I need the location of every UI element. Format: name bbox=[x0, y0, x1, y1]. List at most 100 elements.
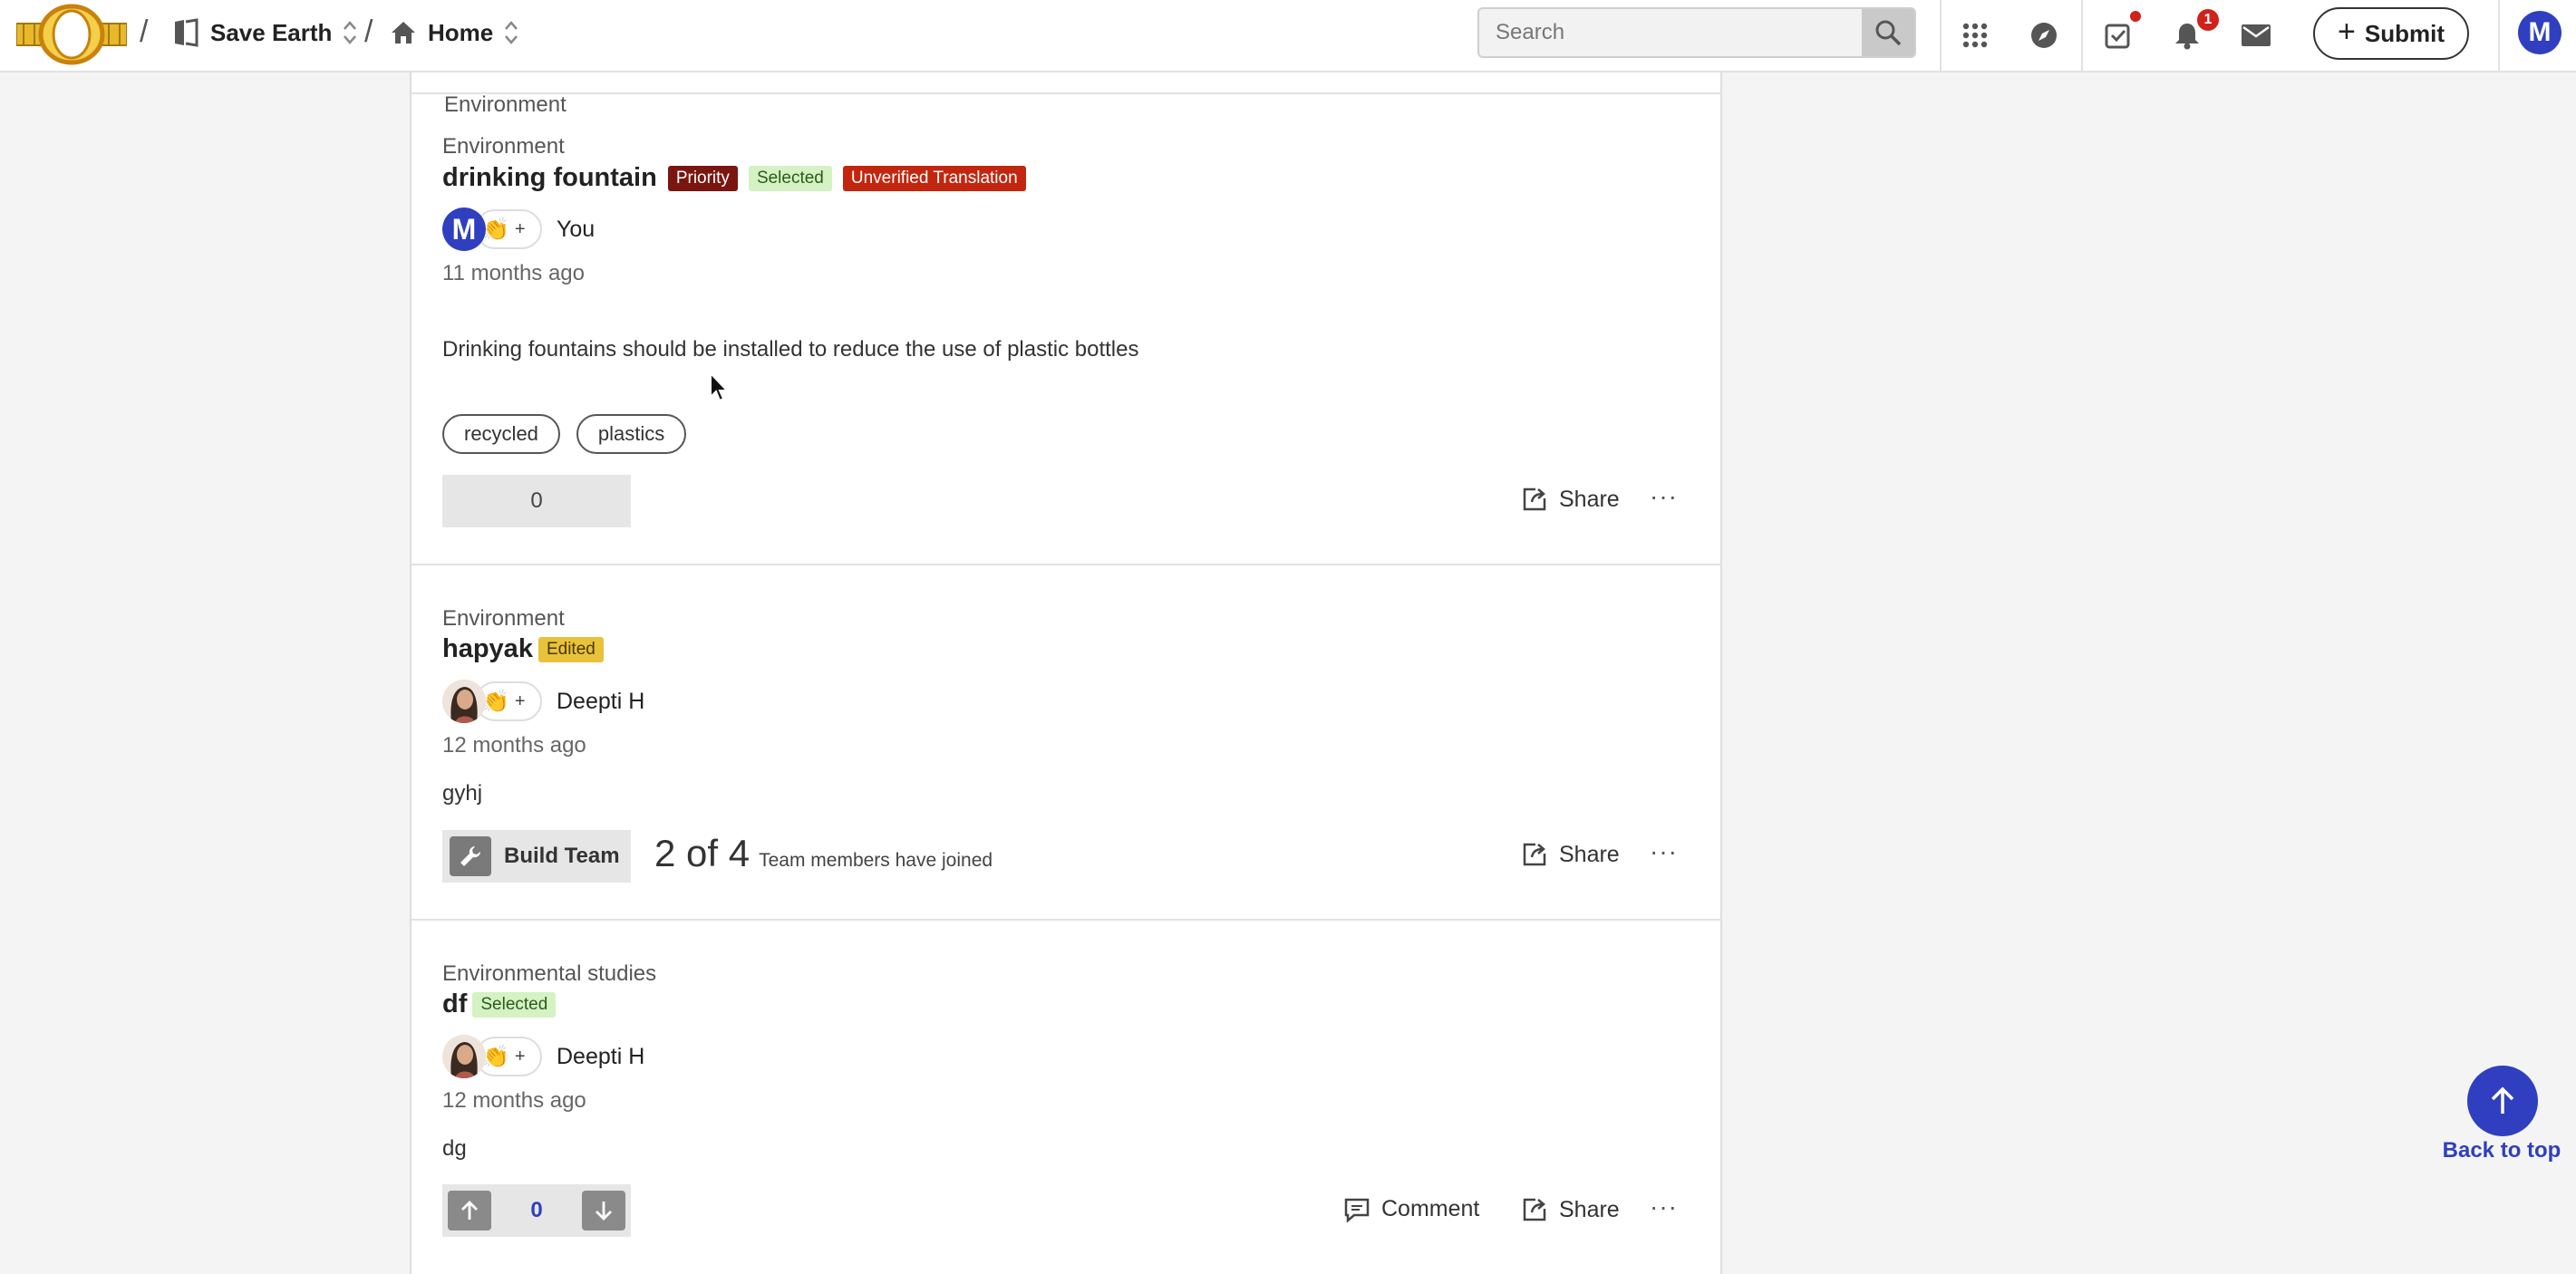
post-body: dg bbox=[442, 1136, 467, 1161]
author-avatar[interactable] bbox=[442, 1035, 486, 1078]
submit-button-label: Submit bbox=[2364, 19, 2445, 47]
share-label: Share bbox=[1559, 841, 1620, 867]
comment-label: Comment bbox=[1381, 1196, 1480, 1221]
arrow-up-icon bbox=[2491, 1086, 2514, 1114]
breadcrumb-home-label: Home bbox=[428, 18, 494, 46]
share-icon bbox=[1523, 1198, 1546, 1221]
compass-icon bbox=[2031, 23, 2057, 48]
back-to-top-button[interactable] bbox=[2467, 1066, 2538, 1136]
team-member-count: 2 of 4 bbox=[654, 832, 751, 874]
avatar-photo-icon bbox=[442, 1035, 486, 1078]
more-options-icon[interactable]: ··· bbox=[1650, 837, 1678, 866]
edited-badge: Edited bbox=[537, 636, 604, 662]
post-author-row: 👏 + Deepti H bbox=[442, 1034, 644, 1079]
downvote-button[interactable] bbox=[581, 1191, 625, 1231]
author-name[interactable]: Deepti H bbox=[557, 689, 644, 715]
add-reaction-icon: + bbox=[514, 690, 526, 711]
post-title-row: hapyak Edited bbox=[442, 634, 615, 664]
plus-icon: + bbox=[2338, 14, 2356, 49]
card-separator bbox=[412, 92, 1720, 94]
chevron-updown-icon bbox=[344, 21, 357, 44]
back-to-top-label[interactable]: Back to top bbox=[2438, 1138, 2565, 1163]
breadcrumb-workspace-label: Save Earth bbox=[210, 18, 333, 46]
wrench-icon bbox=[450, 836, 491, 876]
submit-button[interactable]: + Submit bbox=[2313, 7, 2469, 60]
selected-badge: Selected bbox=[748, 165, 832, 191]
post-title[interactable]: df bbox=[442, 989, 467, 1019]
more-options-icon[interactable]: ··· bbox=[1650, 482, 1678, 511]
share-label: Share bbox=[1559, 1196, 1620, 1222]
apps-grid-button[interactable] bbox=[1958, 18, 1992, 53]
breadcrumb-separator: / bbox=[140, 14, 149, 49]
author-avatar[interactable] bbox=[442, 680, 486, 723]
search-box bbox=[1477, 7, 1916, 58]
breadcrumb-home[interactable]: Home bbox=[390, 16, 518, 49]
user-avatar[interactable]: M bbox=[2518, 11, 2561, 54]
chevron-updown-icon bbox=[505, 21, 518, 44]
share-button[interactable]: Share bbox=[1521, 841, 1620, 868]
search-input[interactable] bbox=[1479, 9, 1862, 56]
more-options-icon[interactable]: ··· bbox=[1650, 1192, 1678, 1221]
post-body: gyhj bbox=[442, 781, 483, 806]
feed-column: Environment bbox=[410, 72, 1722, 1274]
breadcrumb-workspace[interactable]: Save Earth bbox=[172, 16, 357, 49]
share-button[interactable]: Share bbox=[1521, 1196, 1620, 1223]
add-reaction-icon: + bbox=[514, 1046, 526, 1066]
tasks-button[interactable] bbox=[2101, 18, 2135, 53]
apps-grid-icon bbox=[1962, 23, 1988, 48]
post-title-row: df Selected bbox=[442, 989, 567, 1019]
post-timestamp: 11 months ago bbox=[442, 261, 585, 285]
card-separator bbox=[412, 919, 1722, 921]
unverified-translation-badge: Unverified Translation bbox=[842, 165, 1026, 191]
comment-icon bbox=[1344, 1198, 1370, 1222]
author-avatar[interactable]: M bbox=[442, 208, 486, 251]
search-icon bbox=[1875, 20, 1902, 46]
site-logo[interactable] bbox=[16, 4, 127, 65]
avatar-photo-icon bbox=[442, 680, 486, 723]
selected-badge: Selected bbox=[472, 991, 557, 1018]
arrow-down-icon bbox=[595, 1202, 612, 1221]
post-tags: recycled plastics bbox=[442, 414, 702, 454]
share-icon bbox=[1523, 487, 1546, 511]
post-author-row: 👏 + Deepti H bbox=[442, 679, 644, 724]
share-label: Share bbox=[1559, 486, 1620, 512]
top-header: / Save Earth / Home Search 1 + Submit M bbox=[0, 0, 2576, 72]
clap-icon: 👏 bbox=[482, 1044, 509, 1069]
post-category: Environment bbox=[444, 92, 567, 117]
add-reaction-icon: + bbox=[514, 218, 526, 239]
team-progress: 2 of 4 Team members have joined bbox=[654, 832, 993, 875]
header-divider bbox=[1940, 0, 1942, 71]
post-category: Environment bbox=[442, 606, 565, 631]
notification-count-badge: 1 bbox=[2197, 9, 2219, 31]
team-member-text: Team members have joined bbox=[759, 850, 993, 871]
post-title[interactable]: drinking fountain bbox=[442, 163, 657, 193]
card-separator bbox=[412, 564, 1722, 565]
upvote-button[interactable] bbox=[448, 1191, 491, 1231]
header-divider bbox=[2498, 0, 2500, 71]
tag-chip[interactable]: recycled bbox=[442, 414, 560, 454]
messages-button[interactable] bbox=[2239, 18, 2273, 53]
tag-chip[interactable]: plastics bbox=[576, 414, 687, 454]
author-name[interactable]: You bbox=[557, 217, 595, 243]
vote-count: 0 bbox=[530, 1198, 543, 1222]
explore-button[interactable] bbox=[2027, 18, 2061, 53]
post-timestamp: 12 months ago bbox=[442, 1088, 586, 1113]
header-divider bbox=[2081, 0, 2083, 71]
priority-badge: Priority bbox=[667, 165, 738, 191]
share-button[interactable]: Share bbox=[1521, 486, 1620, 513]
bell-icon bbox=[2175, 24, 2199, 50]
build-team-button[interactable]: Build Team bbox=[442, 830, 631, 883]
arrow-up-icon bbox=[461, 1201, 478, 1220]
post-title[interactable]: hapyak bbox=[442, 634, 533, 664]
share-icon bbox=[1523, 843, 1546, 866]
author-name[interactable]: Deepti H bbox=[557, 1044, 644, 1070]
vote-box: 0 bbox=[442, 1184, 631, 1237]
tasks-check-icon bbox=[2105, 24, 2130, 49]
post-body: Drinking fountains should be installed t… bbox=[442, 337, 1139, 362]
comment-button[interactable]: Comment bbox=[1343, 1196, 1479, 1222]
vote-count-box[interactable]: 0 bbox=[442, 475, 631, 527]
search-button[interactable] bbox=[1862, 9, 1914, 56]
post-author-row: M 👏 + You bbox=[442, 207, 595, 252]
mouse-cursor-icon bbox=[710, 372, 730, 402]
home-icon bbox=[392, 22, 415, 43]
